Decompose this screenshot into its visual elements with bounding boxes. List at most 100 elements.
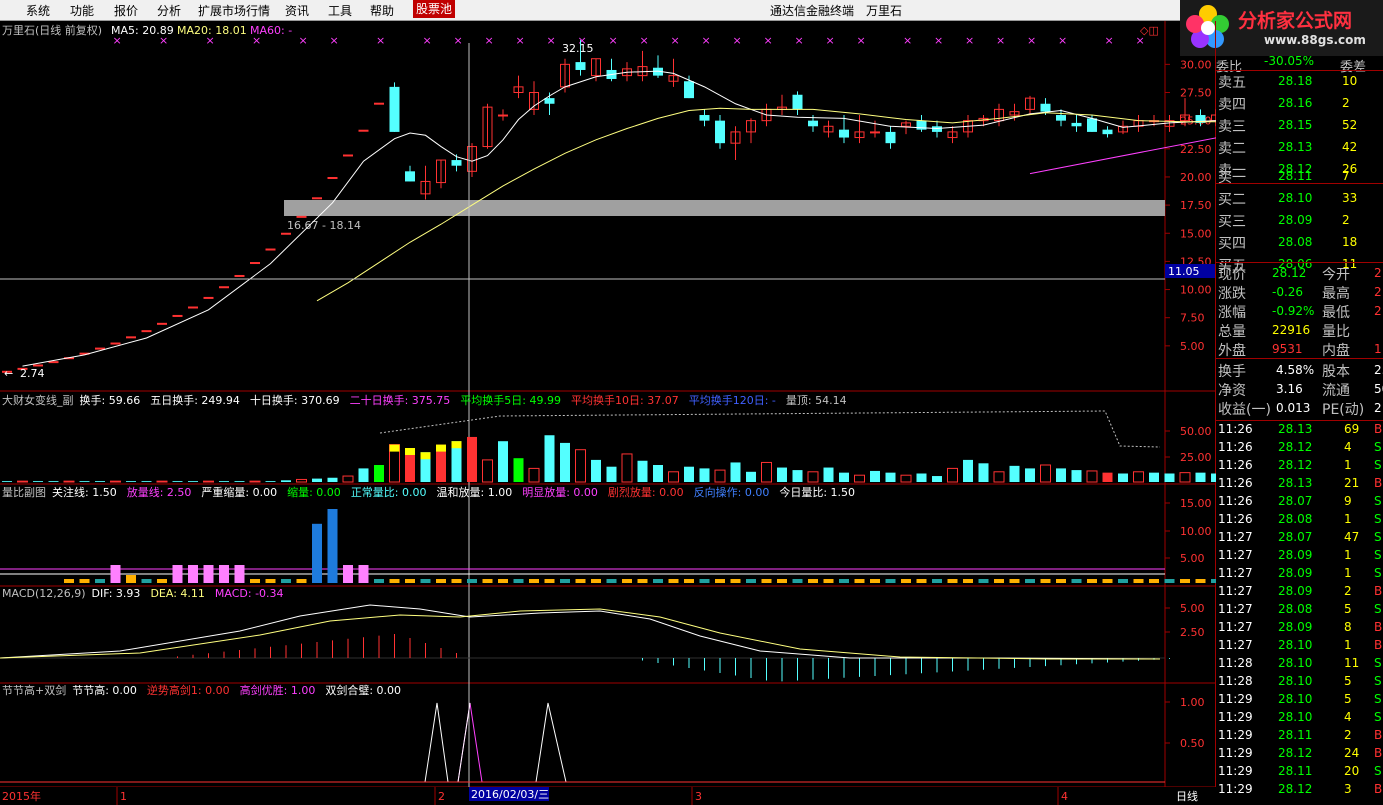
signal-marker: × [640, 34, 649, 47]
turnover-bar-cap [451, 441, 462, 449]
turnover-bar-cap [389, 444, 400, 452]
menu-quote[interactable]: 报价 [114, 2, 138, 19]
sword-panel-header: 节节高+双剑 节节高: 0.00 逆势高剑1: 0.00 高剑优胜: 1.00 双剑合璧… [2, 683, 401, 697]
volume-top-line [379, 410, 1161, 448]
turnover-bar [807, 471, 819, 483]
candle-body [296, 215, 307, 218]
tick-side: S [1374, 494, 1382, 508]
candle-body [110, 342, 121, 345]
tick-volume: 47 [1344, 530, 1360, 544]
turnover-bar [219, 481, 229, 482]
turnover-bars [2, 410, 1216, 483]
menu-info[interactable]: 资讯 [285, 2, 309, 19]
volume-ratio-bar [327, 509, 338, 583]
tick-time: 11:27 [1218, 620, 1253, 634]
y-tick-label: 50.00 [1180, 425, 1212, 438]
y-tick-label: 15.00 [1180, 497, 1212, 510]
menu-stock-pool[interactable]: 股票池 [413, 0, 456, 18]
candle-body [312, 197, 322, 200]
tick-side: S [1374, 566, 1382, 580]
tick-volume: 8 [1344, 620, 1352, 634]
turnover-bar [234, 481, 245, 482]
chart-area[interactable]: 万里石(日线 前复权) MA5: 20.89 MA20: 18.01 MA60:… [0, 21, 1216, 805]
stat-label: 量比 [1322, 324, 1350, 340]
turnover-bar [684, 466, 694, 482]
stat-value: 28.12 [1272, 266, 1307, 280]
tick-volume: 3 [1344, 782, 1352, 796]
tick-volume: 5 [1344, 602, 1352, 616]
peak-label: 32.15 [562, 42, 594, 55]
turnover-bar [777, 467, 787, 482]
tick-price: 28.09 [1278, 620, 1313, 634]
bid-volume: 33 [1342, 191, 1358, 205]
volume-ratio-bar [1056, 579, 1066, 583]
volume-ratio-bar [281, 579, 291, 583]
volume-ratio-bar [389, 579, 400, 583]
tick-volume: 1 [1344, 548, 1352, 562]
menu-analysis[interactable]: 分析 [157, 2, 181, 19]
fund-label: 股本 [1322, 364, 1350, 380]
volume-ratio-bar [544, 579, 555, 583]
bid-label: 买一 [1218, 170, 1246, 186]
candle-body [932, 126, 942, 132]
stat-label: 现价 [1218, 267, 1246, 283]
quote-divider [1216, 70, 1383, 71]
volume-ratio-bar [901, 579, 911, 583]
tick-side: S [1374, 602, 1382, 616]
tick-price: 28.07 [1278, 530, 1313, 544]
turnover-bar [1025, 468, 1035, 482]
bid-label: 买三 [1218, 214, 1246, 230]
panel-name: 量比副图 [2, 486, 46, 499]
dif-line [0, 604, 1161, 660]
sword-spike [535, 702, 567, 783]
bid-label: 买二 [1218, 192, 1246, 208]
turnover-bar-cap [420, 452, 431, 460]
tick-volume: 24 [1344, 746, 1360, 760]
panel-value: 明显放量: 0.00 [522, 485, 598, 499]
signal-marker: × [671, 34, 680, 47]
tick-volume: 20 [1344, 764, 1360, 778]
stat-value: 2 [1374, 285, 1382, 299]
turnover-bar [1195, 472, 1206, 482]
candle-body [126, 336, 136, 339]
panel-value: 换手: 59.66 [80, 393, 141, 407]
tick-time: 11:26 [1218, 494, 1253, 508]
panel-name: 大财女变线_副 [2, 393, 74, 407]
turnover-bar [374, 465, 384, 482]
period-label[interactable]: 日线 [1176, 789, 1198, 803]
y-tick-label: 22.50 [1180, 143, 1212, 156]
menu-ext-market[interactable]: 扩展市场行情 [198, 2, 270, 19]
menu-function[interactable]: 功能 [70, 2, 94, 19]
candle-body [451, 160, 462, 166]
volume-ratio-bar [1040, 579, 1051, 583]
tick-price: 28.07 [1278, 494, 1313, 508]
price-band: 16.67 - 18.14 [284, 200, 1165, 232]
volume-ratio-bar [203, 565, 214, 583]
tick-time: 11:29 [1218, 746, 1253, 760]
volume-ratio-bar [978, 579, 989, 583]
stat-value: 2 [1374, 304, 1382, 318]
menu-help[interactable]: 帮助 [370, 2, 394, 19]
turnover-bar [48, 481, 59, 482]
signal-marker: × [826, 34, 835, 47]
panel-value: 双剑合璧: 0.00 [325, 683, 401, 697]
turnover-bar [870, 470, 880, 482]
turnover-bar [1086, 470, 1098, 483]
menu-system[interactable]: 系统 [26, 2, 50, 19]
signal-marker: × [330, 34, 339, 47]
candle-body [219, 286, 229, 289]
panel-value: 反向操作: 0.00 [694, 485, 770, 499]
tick-price: 28.12 [1278, 782, 1313, 796]
volume-ratio-bar [1164, 579, 1175, 583]
signal-marker: × [965, 34, 974, 47]
turnover-bar [932, 476, 942, 482]
y-tick-label: 5.00 [1180, 602, 1205, 615]
turnover-bar [126, 481, 136, 482]
panel-value: 今日量比: 1.50 [779, 485, 855, 499]
tick-side: B [1374, 584, 1383, 598]
turnover-bar [141, 481, 152, 482]
volume-ratio-bar [916, 579, 927, 583]
menu-tools[interactable]: 工具 [328, 2, 352, 19]
volume-ratio-panel-header: 量比副图 关注线: 1.50 放量线: 2.50 严重缩量: 0.00 缩量: 0.00… [2, 485, 855, 499]
y-tick-label: 15.00 [1180, 227, 1212, 240]
